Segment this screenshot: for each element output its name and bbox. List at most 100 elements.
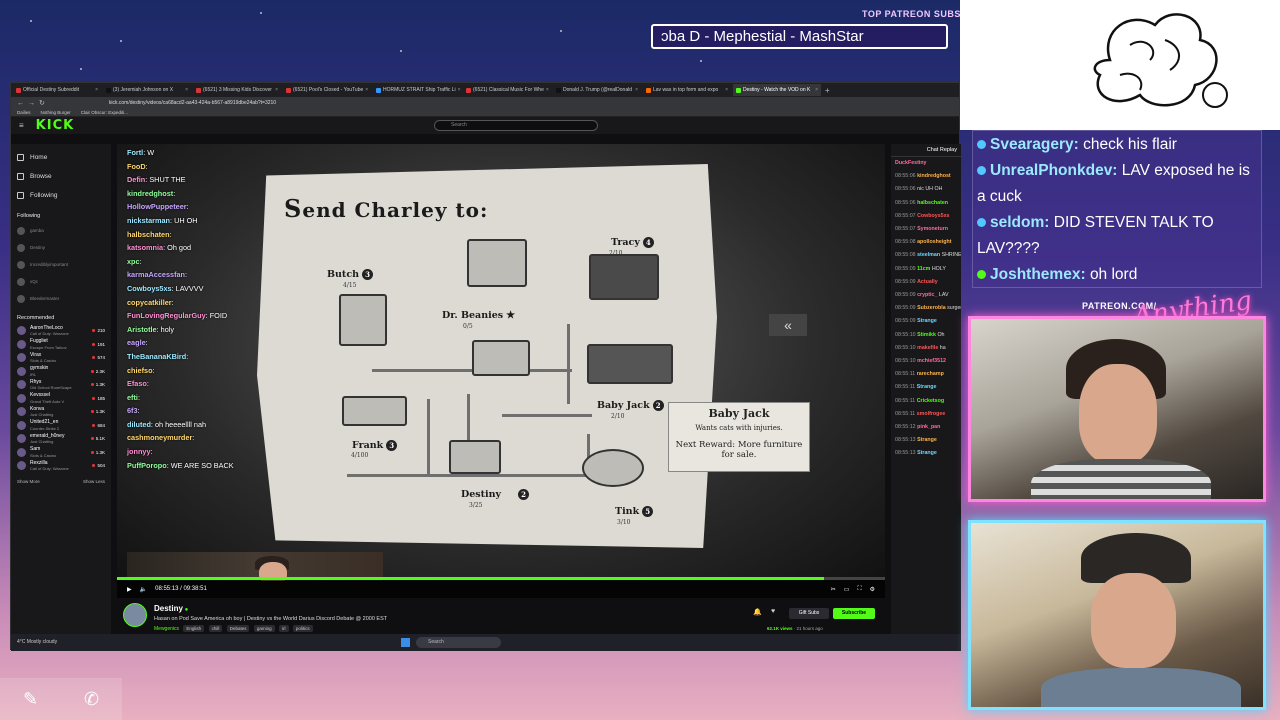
show-more-button[interactable]: Show More [17, 479, 40, 484]
sidebar-item-following[interactable]: Following [17, 186, 105, 205]
sidebar-item-browse[interactable]: Browse [17, 167, 105, 186]
bell-icon[interactable]: 🔔 [753, 608, 762, 616]
tag[interactable]: gaming [253, 625, 275, 632]
recommended-item[interactable]: Rexzilla Call of Duty: Warzone 504 [17, 459, 105, 473]
video-player[interactable]: Send Charley to: Butch 3 4/15 Dr. Beanies… [117, 144, 885, 581]
tag[interactable]: Debates [226, 625, 250, 632]
location-badge: 3 [386, 440, 398, 451]
recommended-item[interactable]: Kevsssel Grand Theft Auto V 185 [17, 392, 105, 406]
avatar [17, 447, 26, 457]
location-tink[interactable]: Tink 5 [615, 506, 654, 517]
chat-line: 08:55:09 Subzerobla surgery, maybe she b… [891, 302, 961, 315]
tab-active[interactable]: Destiny - Watch the VOD on K × [733, 84, 821, 96]
recommended-text: United21_en Counter-Strike 2 [30, 419, 59, 430]
recommended-item[interactable]: United21_en Counter-Strike 2 684 [17, 419, 105, 433]
chat-timestamp: 08:55:11 [895, 397, 916, 404]
tab[interactable]: Lav was in top form and expo × [643, 84, 731, 96]
favicon-icon [16, 87, 21, 93]
tab[interactable]: (6521) Classical Music For Whe × [463, 84, 551, 96]
view-count: 62.1K views · 21 hours ago [767, 626, 823, 631]
recommended-item[interactable]: emerald_h0ney Just Chatting 5.1K [17, 432, 105, 446]
sidebar-item-home[interactable]: Home [17, 148, 105, 167]
theater-icon[interactable]: ▭ [844, 586, 850, 593]
taskbar-search[interactable]: Search [416, 637, 501, 648]
heart-icon[interactable]: ♥ [771, 608, 775, 615]
patreon-subs-label: TOP PATREON SUBS [862, 9, 961, 19]
back-icon[interactable]: ← [17, 100, 24, 107]
close-icon[interactable]: × [95, 87, 98, 93]
tab[interactable]: HORMUZ STRAIT Ship Traffic Li × [373, 84, 461, 96]
chat-timestamp: 08:55:12 [895, 424, 916, 431]
bookmark-item[interactable]: Dailies [17, 110, 31, 115]
bookmark-item[interactable]: Clair Obscur: Expediti... [81, 110, 128, 115]
close-icon[interactable]: × [635, 87, 638, 93]
chat-message: holy [160, 324, 175, 334]
location-dr-beanies[interactable]: Dr. Beanies ★ [442, 310, 515, 321]
channel-avatar[interactable] [123, 603, 147, 627]
chat-user: steelman [917, 252, 941, 259]
location-baby-jack[interactable]: Baby Jack 2 [597, 400, 664, 411]
channel-name[interactable]: Destiny [154, 604, 188, 613]
forward-icon[interactable]: → [28, 100, 35, 107]
close-icon[interactable]: × [365, 87, 368, 93]
recommended-item[interactable]: Fuggliet Escape From Tarkov 191 [17, 338, 105, 352]
recommended-item[interactable]: gymskin IRL 2.3K [17, 365, 105, 379]
close-icon[interactable]: × [185, 87, 188, 93]
recommended-item[interactable]: Virax Slots & Casino 574 [17, 351, 105, 365]
close-icon[interactable]: × [275, 87, 278, 93]
tag[interactable]: chill [208, 625, 223, 632]
close-icon[interactable]: × [458, 87, 461, 93]
new-tab-icon[interactable]: + [825, 86, 830, 95]
fullscreen-icon[interactable]: ⛶ [857, 586, 861, 593]
settings-icon[interactable]: ⚙ [870, 586, 875, 593]
location-frank[interactable]: Frank 3 [352, 440, 398, 451]
search-input[interactable]: Search [434, 120, 598, 131]
volume-icon[interactable]: 🔈 [140, 586, 147, 593]
recommended-item[interactable]: AaronTheLoco Call of Duty: Warzone 210 [17, 324, 105, 338]
tools-icon[interactable]: ✎ [23, 689, 38, 710]
following-item[interactable]: Incrediblyimportant [17, 256, 105, 273]
chat-timestamp: 08:55:06 [895, 186, 916, 193]
location-tracy[interactable]: Tracy 4 [611, 237, 654, 248]
windows-start-icon[interactable] [401, 638, 410, 647]
close-icon[interactable]: × [725, 87, 728, 93]
category-link[interactable]: Mewgenics [154, 626, 179, 632]
close-icon[interactable]: × [546, 87, 549, 93]
avatar [17, 277, 25, 286]
tag[interactable]: politics [292, 625, 313, 632]
subscribe-button[interactable]: Subscribe [833, 608, 875, 619]
following-item[interactable]: xQc [17, 273, 105, 290]
following-item[interactable]: gamba [17, 222, 105, 239]
chat-user: TheBananaKBird [127, 351, 187, 361]
gift-subs-button[interactable]: Gift Subs [789, 608, 829, 619]
tab[interactable]: Donald J. Trump (@realDonald × [553, 84, 641, 96]
tab[interactable]: (6521) Pool's Closed - YouTube × [283, 84, 371, 96]
chat-user: seldom: [990, 214, 1050, 231]
location-destiny[interactable]: Destiny 2 [461, 489, 530, 500]
clip-icon[interactable]: ✂ [831, 586, 836, 593]
following-item[interactable]: Bleedermaster [17, 290, 105, 307]
reload-icon[interactable]: ↻ [39, 99, 45, 107]
show-less-button[interactable]: Show Less [83, 479, 105, 484]
tag[interactable]: irl [279, 625, 289, 632]
close-icon[interactable]: × [815, 87, 818, 93]
phone-icon[interactable]: ✆ [84, 689, 99, 710]
following-item[interactable]: Destiny [17, 239, 105, 256]
following-heading: Following [17, 213, 41, 219]
chat-user: karmaAccessfan [127, 270, 186, 280]
url-field[interactable]: kick.com/destiny/videos/ca68acd2-aa43-42… [109, 100, 276, 106]
back-arrow-icon[interactable]: « [769, 314, 807, 336]
tab[interactable]: Official Destiny Subreddit × [13, 84, 101, 96]
location-butch[interactable]: Butch 3 [327, 269, 374, 280]
tab[interactable]: (3) Jeremiah Johnson on X × [103, 84, 191, 96]
recommended-item[interactable]: Konva Just Chatting 1.3K [17, 405, 105, 419]
tag[interactable]: English [183, 625, 205, 632]
bookmark-item[interactable]: Nothing Burger [41, 110, 71, 115]
recommended-item[interactable]: Rhys Old School RuneScape 1.3K [17, 378, 105, 392]
recommended-item[interactable]: Sam Slots & Casino 1.3K [17, 446, 105, 460]
tab[interactable]: (6521) 3 Missing Kids Discover × [193, 84, 281, 96]
weather-widget[interactable]: 4°C Mostly cloudy [17, 640, 57, 645]
kick-logo[interactable]: KICK [36, 118, 75, 133]
menu-icon[interactable]: ≡ [19, 121, 24, 130]
play-icon[interactable]: ▶ [127, 586, 132, 593]
